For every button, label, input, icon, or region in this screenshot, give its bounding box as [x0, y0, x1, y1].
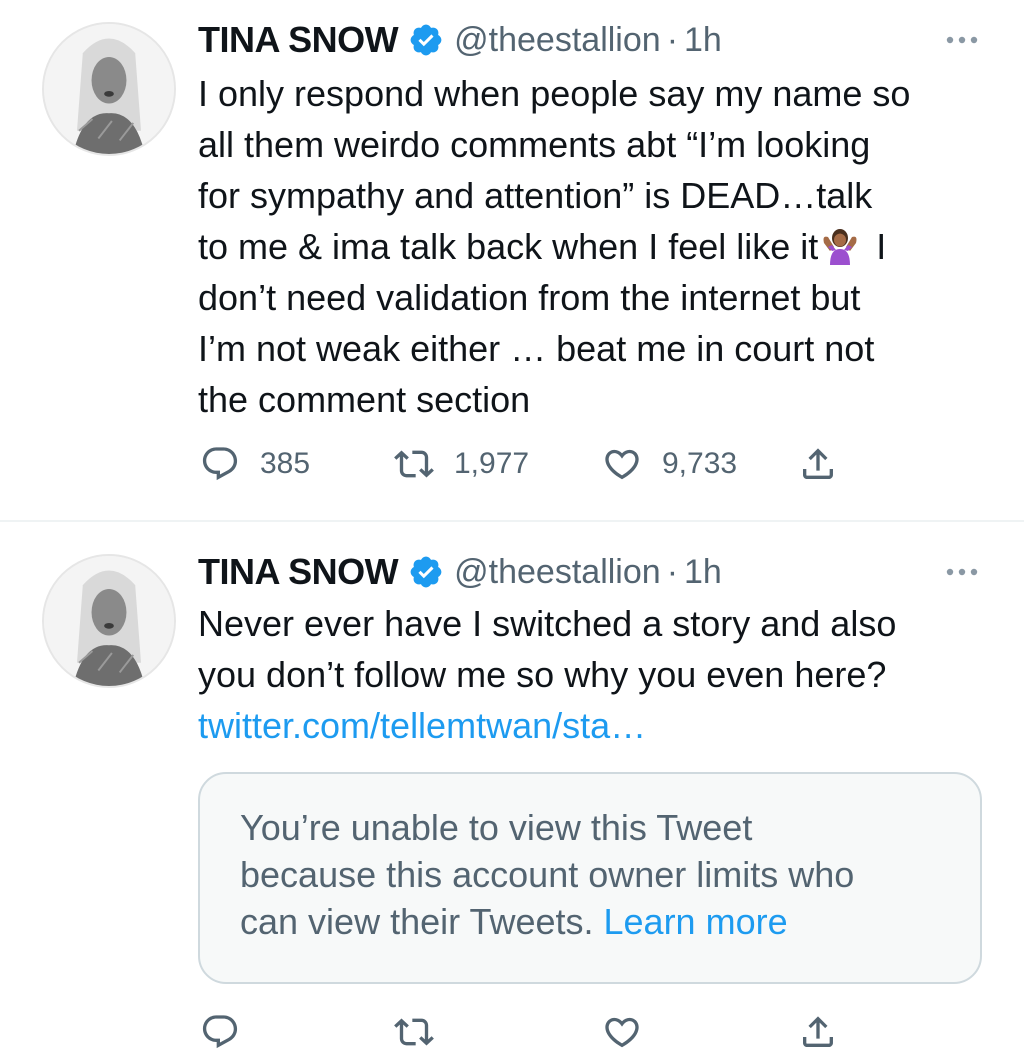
tweet-text-line: all them weirdo comments abt “I’m lookin… [198, 124, 871, 165]
tweet-header: TINA SNOW @theestallion · 1h [198, 16, 722, 64]
learn-more-link[interactable]: Learn more [604, 901, 788, 942]
notice-line: You’re unable to view this Tweet [240, 807, 753, 848]
share-button[interactable] [798, 1008, 838, 1056]
tweet-text-segment: to me & ima talk back when I feel like i… [198, 226, 819, 267]
retweet-button[interactable]: 1,977 [394, 440, 529, 488]
avatar-photo-icon [44, 556, 174, 686]
retweet-count: 1,977 [454, 447, 530, 480]
more-options-icon[interactable] [944, 30, 980, 50]
author-name[interactable]: TINA SNOW [198, 551, 399, 593]
tweet-text: I only respond when people say my name s… [198, 68, 988, 425]
tweet-text-segment: I [866, 226, 887, 267]
tweet-text-line: Never ever have I switched a story and a… [198, 603, 897, 644]
tweet-text-line: I only respond when people say my name s… [198, 73, 911, 114]
like-button[interactable]: 9,733 [602, 440, 737, 488]
tweet[interactable]: TINA SNOW @theestallion · 1h I only resp… [0, 0, 1024, 521]
retweet-icon [394, 450, 434, 478]
like-count: 9,733 [662, 447, 738, 480]
retweet-button[interactable] [394, 1008, 454, 1056]
tweet-text-line: you don’t follow me so why you even here… [198, 654, 887, 695]
tweet-text-line: the comment section [198, 379, 531, 420]
verified-badge-icon [410, 24, 442, 56]
notice-line: because this account owner limits who [240, 854, 855, 895]
reply-icon [202, 1015, 238, 1049]
retweet-icon [394, 1018, 434, 1046]
notice-line: can view their Tweets. Learn more [240, 898, 960, 945]
reply-count: 385 [260, 447, 311, 480]
woman-shrugging-emoji-icon [823, 229, 857, 265]
verified-badge-icon [410, 556, 442, 588]
more-options-icon[interactable] [944, 562, 980, 582]
tweet-link[interactable]: twitter.com/tellemtwan/sta… [198, 700, 988, 751]
heart-icon [605, 1017, 639, 1048]
tweet-header: TINA SNOW @theestallion · 1h [198, 548, 722, 596]
share-icon [803, 1016, 833, 1047]
tweet-actions: 385 1,977 9,733 [198, 440, 878, 488]
share-icon [803, 448, 833, 479]
author-handle[interactable]: @theestallion [454, 553, 661, 592]
tweet-text-line: I’m not weak either … beat me in court n… [198, 328, 875, 369]
unavailable-notice: You’re unable to view this Tweet because… [240, 804, 960, 945]
avatar-photo-icon [44, 24, 174, 154]
separator-dot: · [666, 552, 679, 591]
reply-icon [202, 447, 238, 481]
heart-icon [605, 449, 639, 480]
separator-dot: · [666, 20, 679, 59]
tweet-timestamp[interactable]: 1h [684, 21, 722, 60]
tweet-actions [198, 1008, 878, 1056]
quoted-tweet-unavailable: You’re unable to view this Tweet because… [198, 772, 982, 984]
author-avatar[interactable] [42, 22, 176, 156]
author-handle[interactable]: @theestallion [454, 21, 661, 60]
tweet[interactable]: TINA SNOW @theestallion · 1h Never ever … [0, 522, 1024, 1049]
notice-text: can view their Tweets. [240, 901, 604, 942]
tweet-timestamp[interactable]: 1h [684, 553, 722, 592]
reply-button[interactable] [200, 1008, 260, 1056]
reply-button[interactable]: 385 [200, 440, 310, 488]
author-avatar[interactable] [42, 554, 176, 688]
author-name[interactable]: TINA SNOW [198, 19, 399, 61]
tweet-text-line: don’t need validation from the internet … [198, 277, 861, 318]
tweet-text-line: for sympathy and attention” is DEAD…talk [198, 175, 873, 216]
tweet-text: Never ever have I switched a story and a… [198, 598, 988, 751]
tweet-text-line: to me & ima talk back when I feel like i… [198, 221, 988, 272]
like-button[interactable] [602, 1008, 662, 1056]
share-button[interactable] [798, 440, 838, 488]
